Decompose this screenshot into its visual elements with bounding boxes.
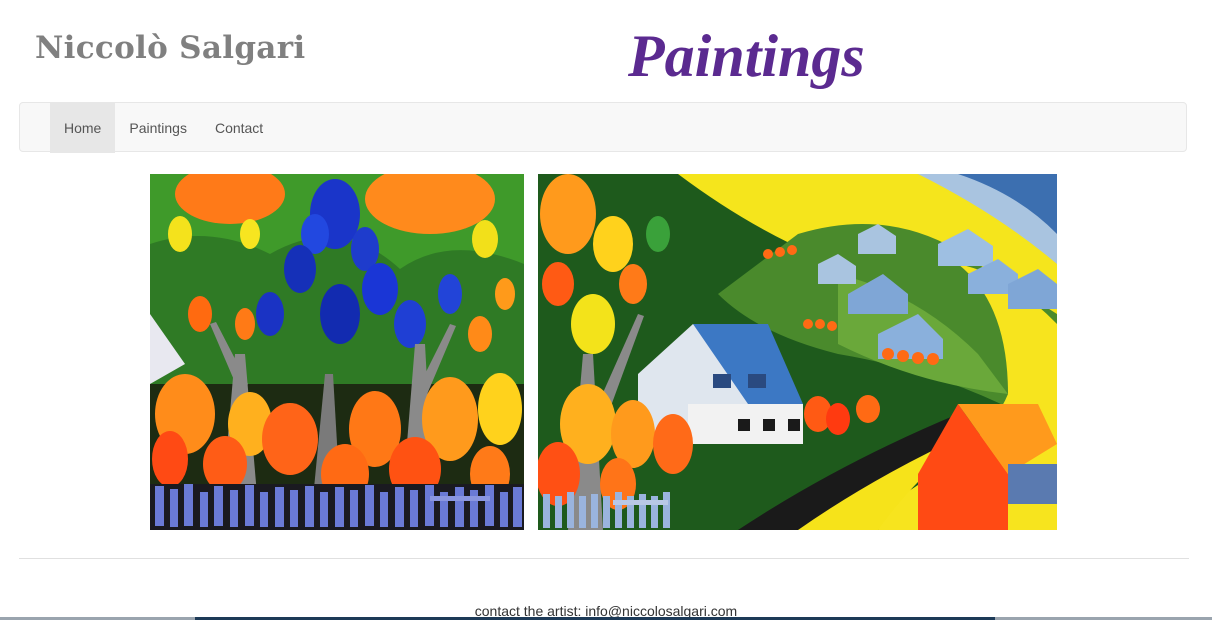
page-heading: Paintings [628, 23, 865, 89]
nav-item-contact[interactable]: Contact [201, 103, 277, 153]
navbar: Home Paintings Contact [19, 102, 1187, 153]
nav-item-paintings[interactable]: Paintings [115, 103, 201, 153]
site-name[interactable]: Niccolò Salgari [35, 30, 305, 66]
painting-trees-image[interactable] [150, 174, 524, 530]
painting-village-image[interactable] [538, 174, 1057, 530]
nav-item-home[interactable]: Home [50, 103, 116, 153]
footer-divider [19, 558, 1189, 559]
nav-list: Home Paintings Contact [50, 103, 277, 153]
